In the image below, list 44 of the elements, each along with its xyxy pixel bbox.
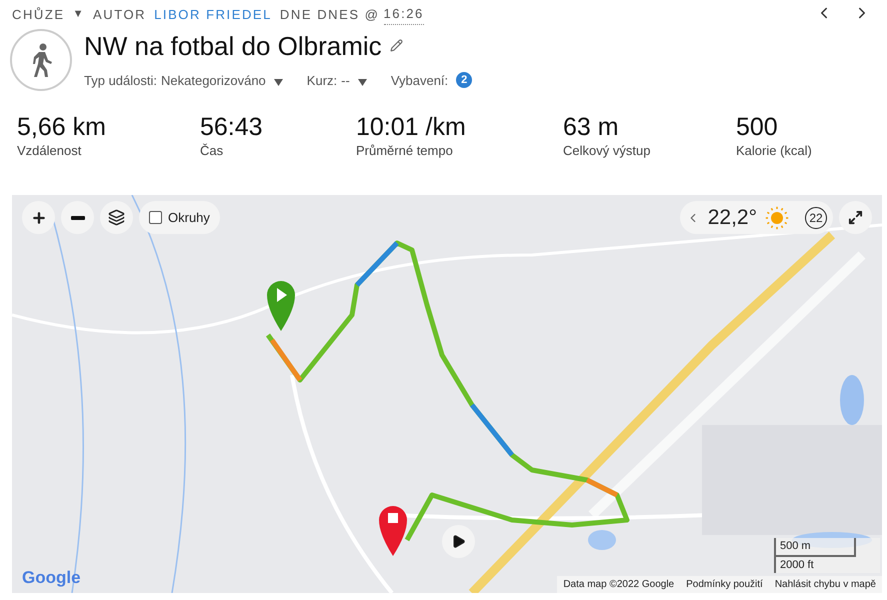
meta-label: Kurz: (306, 72, 338, 90)
map-footer-link[interactable]: Nahlásit chybu v mapě (768, 576, 882, 593)
stat-value: 500 (736, 112, 779, 140)
date-prefix: DNE DNES @ (280, 6, 380, 24)
stat-label: Kalorie (kcal) (736, 142, 813, 160)
map-footer-link[interactable]: Podmínky použití (680, 576, 769, 593)
laps-checkbox[interactable] (149, 211, 162, 224)
weather-panel[interactable]: 22,2° 22 (680, 201, 833, 234)
caret-icon (274, 78, 283, 86)
meta-label: Typ události: (84, 72, 157, 90)
map-footer-link[interactable]: Data map ©2022 Google (557, 576, 680, 593)
stat-label: Průměrné tempo (356, 142, 454, 160)
equipment-count[interactable]: 2 (456, 72, 472, 88)
layers-icon (108, 209, 125, 226)
play-icon (451, 534, 466, 549)
route-map[interactable]: Okruhy 22,2° 22 500 m 2000 ft Google Data map ©2022 Google Podmínky použití Nahlásit chybu v mapě (12, 195, 882, 593)
meta-dropdown[interactable]: Nekategorizováno (161, 70, 266, 90)
author-link[interactable]: LIBOR FRIEDEL (154, 4, 272, 24)
laps-toggle[interactable]: Okruhy (139, 201, 220, 234)
scale-metric: 500 m (776, 538, 856, 556)
map-logo: Google (22, 566, 81, 589)
wind-speed: 22 (805, 206, 827, 228)
stat-value: 5,66 km (17, 112, 107, 140)
activity-caret[interactable]: ▼ (72, 6, 86, 22)
plus-icon (30, 210, 46, 226)
stat-value: 63 m (563, 112, 620, 140)
edit-icon[interactable] (390, 39, 403, 52)
activity-type[interactable]: CHŮZE (12, 4, 65, 24)
minus-icon (70, 216, 84, 220)
activity-title: NW na fotbal do Olbramic (84, 30, 382, 62)
stat-label: Čas (200, 142, 224, 160)
stat-label: Celkový výstup (563, 142, 652, 160)
temperature: 22,2° (708, 204, 757, 231)
stat-value: 10:01 /km (356, 112, 467, 140)
caret-icon (358, 78, 367, 86)
meta-label: Vybavení: (390, 72, 448, 90)
stat-label: Vzdálenost (17, 142, 82, 160)
time-text: 16:26 (384, 4, 424, 24)
stat-value: 56:43 (200, 112, 264, 140)
meta-dropdown[interactable]: -- (341, 70, 350, 90)
scale-imperial: 2000 ft (779, 558, 815, 572)
sun-icon (765, 206, 789, 230)
expand-icon (848, 210, 863, 225)
author-prefix: AUTOR (93, 6, 146, 24)
